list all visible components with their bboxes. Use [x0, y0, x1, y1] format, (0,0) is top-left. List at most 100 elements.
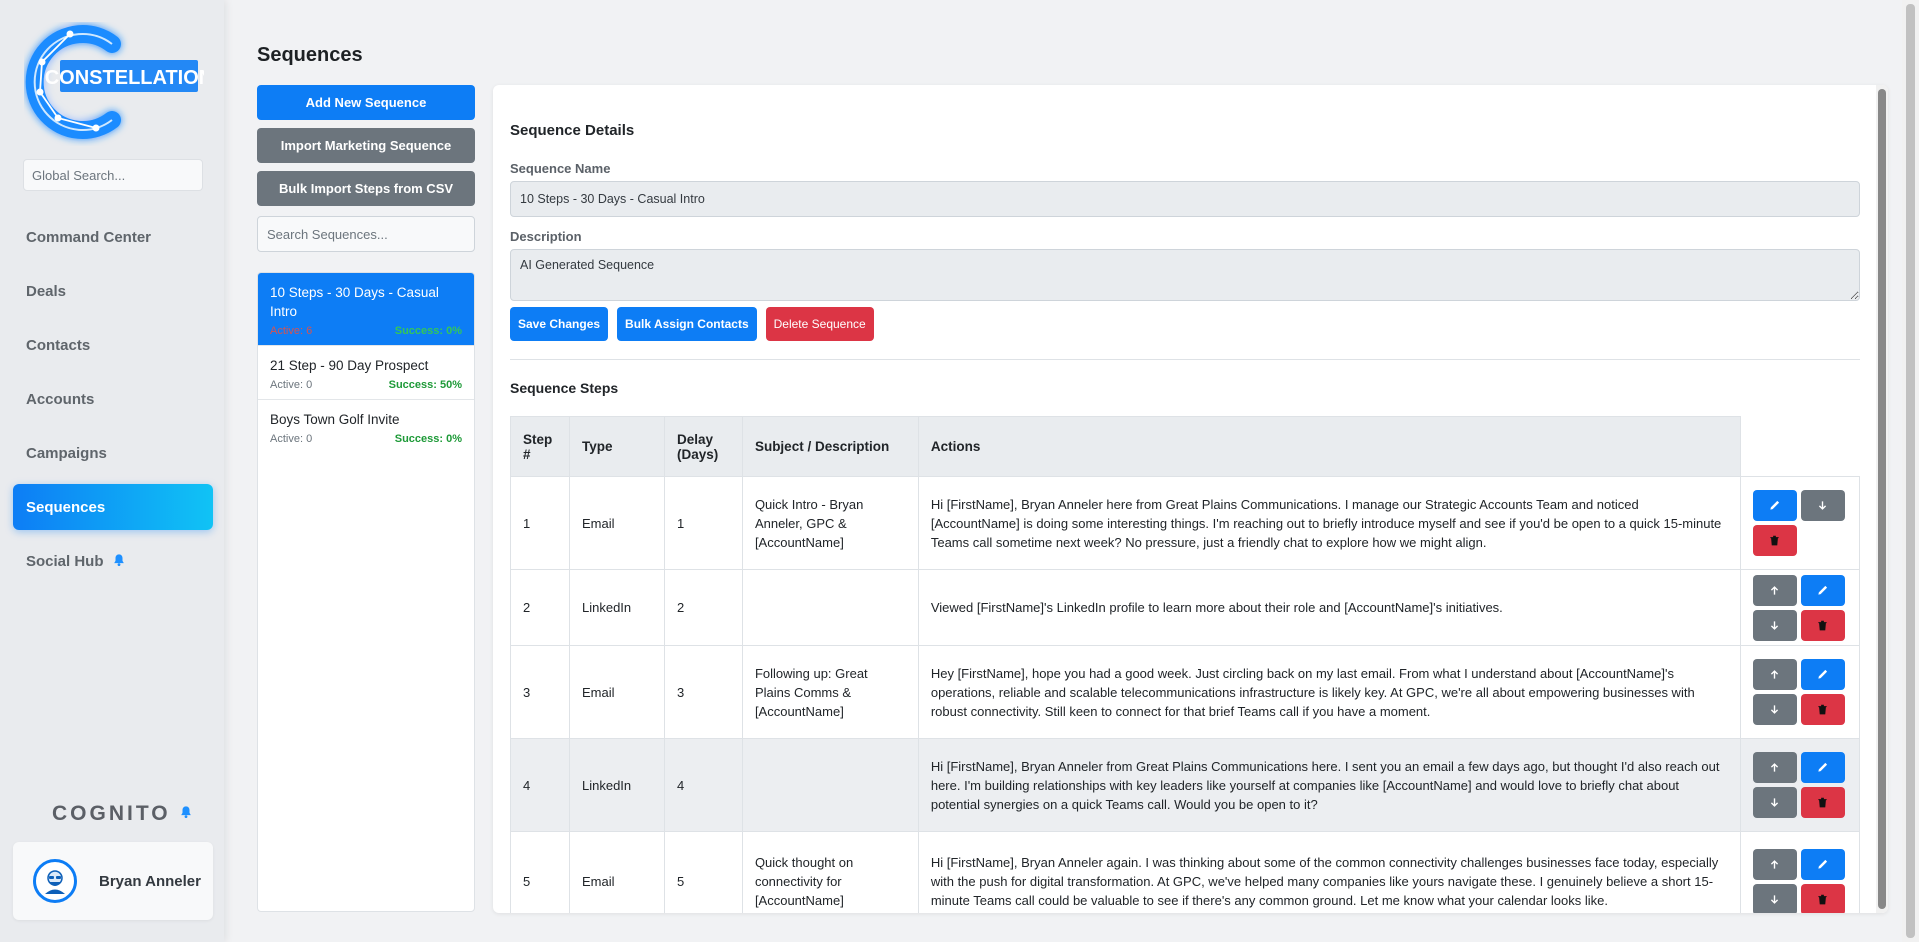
step-type: LinkedIn: [568, 738, 665, 832]
table-row: 4 LinkedIn 4 Hi [FirstName], Bryan Annel…: [510, 738, 1861, 832]
delete-sequence-button[interactable]: Delete Sequence: [765, 307, 874, 341]
sidebar-item-label: Campaigns: [26, 444, 107, 462]
sequence-success-rate: Success: 0%: [394, 433, 462, 445]
sequence-name: 10 Steps - 30 Days - Casual Intro: [270, 285, 439, 319]
move-up-button[interactable]: [1752, 574, 1797, 606]
pencil-icon: [1770, 500, 1780, 510]
step-actions: [1739, 738, 1861, 832]
sequence-success-rate: Success: 0%: [394, 325, 462, 337]
sidebar-item-campaigns[interactable]: Campaigns: [13, 430, 213, 476]
sequence-name-input[interactable]: [510, 181, 1860, 217]
cognito-brand[interactable]: COGNITO: [52, 802, 193, 826]
save-changes-button[interactable]: Save Changes: [510, 307, 609, 341]
delete-step-button[interactable]: [1800, 694, 1845, 725]
step-actions: [1739, 476, 1861, 570]
window-scrollbar[interactable]: [1902, 0, 1919, 942]
move-down-button[interactable]: [1752, 609, 1797, 641]
delete-step-button[interactable]: [1800, 609, 1845, 641]
step-number: 1: [510, 476, 570, 570]
delete-step-button[interactable]: [1800, 787, 1845, 818]
sidebar-item-command-center[interactable]: Command Center: [13, 214, 213, 260]
pencil-icon: [1818, 669, 1828, 679]
sidebar: CONSTELLATION Command Center Deals Conta…: [0, 0, 224, 942]
edit-step-button[interactable]: [1800, 848, 1845, 880]
edit-step-button[interactable]: [1752, 490, 1797, 521]
edit-step-button[interactable]: [1800, 659, 1845, 690]
panel-scrollbar-thumb[interactable]: [1878, 89, 1886, 909]
delete-step-button[interactable]: [1800, 883, 1845, 913]
step-number: 4: [510, 738, 570, 832]
edit-step-button[interactable]: [1800, 752, 1845, 783]
cognito-label: COGNITO: [52, 802, 171, 825]
bulk-import-csv-button[interactable]: Bulk Import Steps from CSV: [257, 171, 475, 206]
import-marketing-sequence-button[interactable]: Import Marketing Sequence: [257, 128, 475, 163]
sidebar-item-sequences[interactable]: Sequences: [13, 484, 213, 530]
description-label: Description: [510, 229, 582, 244]
bell-icon[interactable]: [179, 805, 193, 823]
sidebar-item-social-hub[interactable]: Social Hub: [13, 538, 213, 584]
user-avatar-icon: [45, 870, 65, 894]
sidebar-item-label: Social Hub: [26, 552, 104, 570]
delete-step-button[interactable]: [1752, 525, 1797, 556]
window-scrollbar-thumb[interactable]: [1906, 4, 1915, 938]
table-row: 5 Email 5 Quick thought on connectivity …: [510, 831, 1861, 913]
trash-icon: [1818, 704, 1828, 715]
move-up-button[interactable]: [1752, 848, 1797, 880]
sidebar-item-label: Sequences: [26, 498, 106, 516]
step-actions: [1739, 645, 1861, 739]
add-sequence-button[interactable]: Add New Sequence: [257, 85, 475, 120]
step-type: Email: [568, 476, 665, 570]
step-body: Hi [FirstName], Bryan Anneler again. I w…: [917, 831, 1741, 913]
move-down-button[interactable]: [1800, 490, 1845, 521]
global-search-input[interactable]: [23, 159, 203, 191]
sidebar-item-contacts[interactable]: Contacts: [13, 322, 213, 368]
step-number: 3: [510, 645, 570, 739]
step-body: Hey [FirstName], hope you had a good wee…: [917, 645, 1741, 739]
step-number: 5: [510, 831, 570, 913]
sidebar-nav: Command Center Deals Contacts Accounts C…: [13, 214, 213, 592]
user-card[interactable]: Bryan Anneler: [13, 842, 213, 920]
edit-step-button[interactable]: [1800, 574, 1845, 606]
column-header-step: Step #: [510, 416, 570, 477]
sequence-search-input[interactable]: [257, 216, 475, 252]
move-down-button[interactable]: [1752, 883, 1797, 913]
step-body: Hi [FirstName], Bryan Anneler here from …: [917, 476, 1741, 570]
sidebar-item-accounts[interactable]: Accounts: [13, 376, 213, 422]
move-up-button[interactable]: [1752, 752, 1797, 783]
bulk-assign-contacts-button[interactable]: Bulk Assign Contacts: [617, 307, 757, 341]
trash-icon: [1818, 620, 1828, 630]
move-down-button[interactable]: [1752, 787, 1797, 818]
sequence-controls: Add New Sequence Import Marketing Sequen…: [257, 85, 475, 252]
sequence-list-item[interactable]: Boys Town Golf Invite Active: 0 Success:…: [258, 400, 474, 453]
sequence-steps-title: Sequence Steps: [510, 380, 619, 396]
panel-scrollbar[interactable]: [1876, 85, 1888, 913]
sequence-list-item[interactable]: 10 Steps - 30 Days - Casual Intro Active…: [258, 273, 474, 346]
table-row: 1 Email 1 Quick Intro - Bryan Anneler, G…: [510, 476, 1861, 570]
pencil-icon: [1818, 762, 1828, 772]
constellation-logo-icon: CONSTELLATION: [25, 25, 213, 139]
sequence-success-rate: Success: 50%: [388, 379, 462, 391]
sequence-steps-table: Step # Type Delay (Days) Subject / Descr…: [510, 416, 1861, 913]
pencil-icon: [1818, 585, 1828, 595]
bell-icon: [112, 553, 126, 570]
step-subject: Following up: Great Plains Comms & [Acco…: [741, 645, 919, 739]
move-down-button[interactable]: [1752, 694, 1797, 725]
trash-icon: [1818, 894, 1828, 904]
column-header-actions: Actions: [917, 416, 1741, 477]
description-textarea[interactable]: AI Generated Sequence: [510, 249, 1860, 301]
arrow-down-icon: [1771, 798, 1779, 807]
sequence-detail-panel: Sequence Details Sequence Name Descripti…: [493, 85, 1888, 913]
trash-icon: [1770, 535, 1780, 546]
arrow-down-icon: [1771, 705, 1779, 714]
step-body: Viewed [FirstName]'s LinkedIn profile to…: [917, 569, 1741, 646]
sidebar-item-label: Deals: [26, 282, 67, 300]
step-subject: [741, 569, 919, 646]
constellation-logo[interactable]: CONSTELLATION: [24, 22, 213, 146]
table-row: 3 Email 3 Following up: Great Plains Com…: [510, 645, 1861, 739]
sequence-list-item[interactable]: 21 Step - 90 Day Prospect Active: 0 Succ…: [258, 346, 474, 400]
move-up-button[interactable]: [1752, 659, 1797, 690]
avatar: [33, 859, 77, 903]
column-header-spacer: [1740, 416, 1860, 477]
step-actions: [1739, 831, 1861, 913]
sidebar-item-deals[interactable]: Deals: [13, 268, 213, 314]
